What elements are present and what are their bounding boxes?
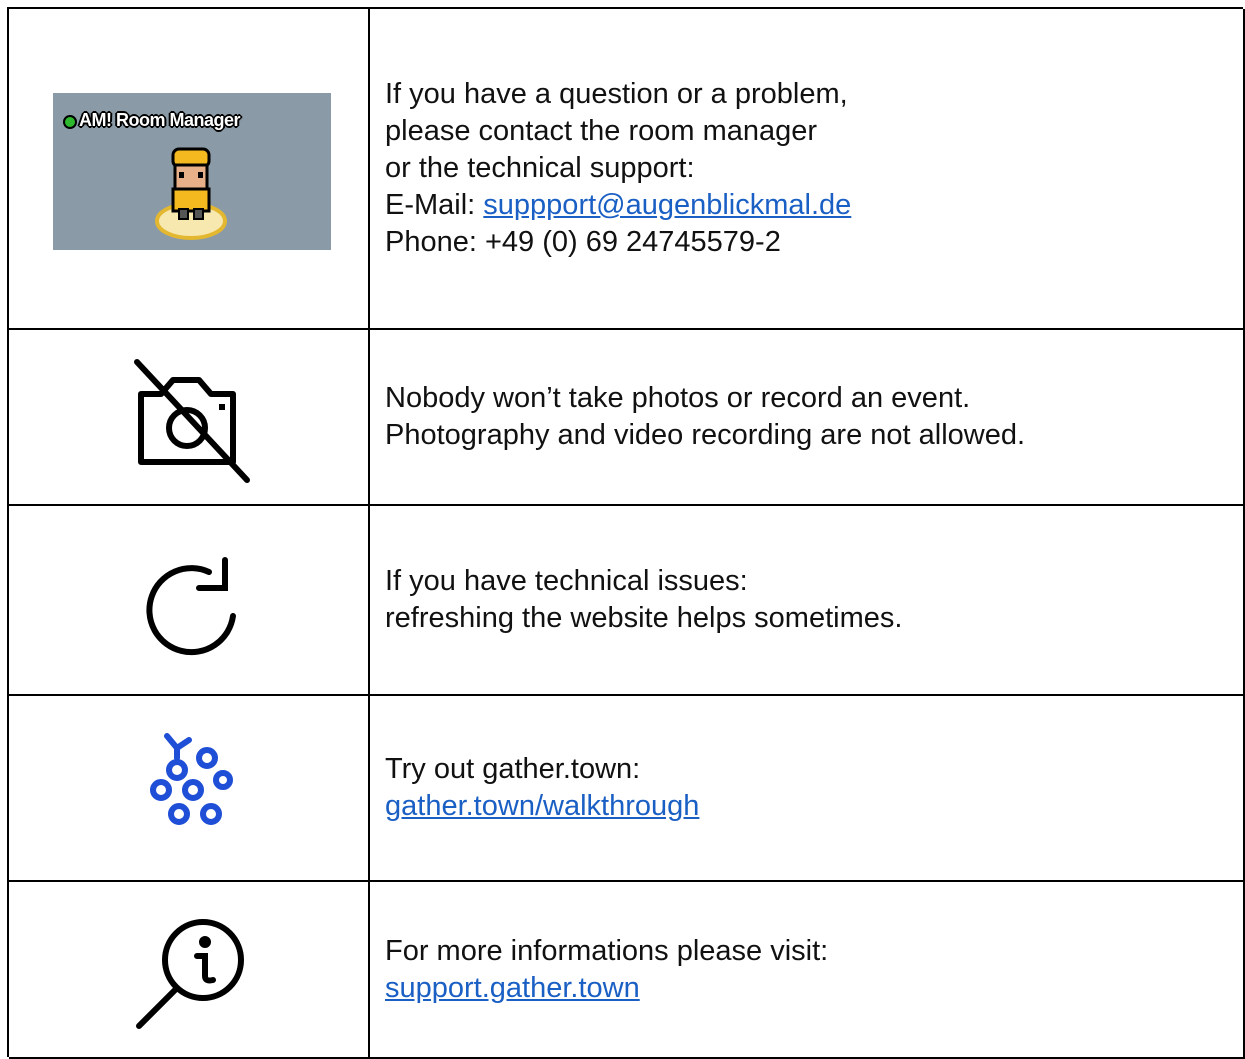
room-manager-avatar: AM! Room Manager [53,93,331,250]
info-search-icon [136,919,244,1029]
email-label: E-Mail: [385,189,484,221]
text-cell: If you have a question or a problem, ple… [372,9,1243,328]
text-cell: For more informations please visit: supp… [372,882,1243,1057]
text-line: refreshing the website helps sometimes. [385,602,903,634]
support-link[interactable]: support.gather.town [385,972,640,1004]
icon-cell [9,330,370,504]
walkthrough-link[interactable]: gather.town/walkthrough [385,790,699,822]
text-cell: Nobody won’t take photos or record an ev… [372,330,1243,504]
text-line: or the technical support: [385,152,695,184]
no-camera-icon [134,359,250,483]
text-line: Nobody won’t take photos or record an ev… [385,382,971,414]
phone-line: Phone: +49 (0) 69 24745579-2 [385,226,781,258]
info-table: AM! Room Manager If you have a question … [7,7,1245,1059]
gather-logo-icon [150,733,233,825]
text-cell: If you have technical issues: refreshing… [372,506,1243,694]
table-row: AM! Room Manager If you have a question … [9,9,1245,330]
icon-cell: AM! Room Manager [9,9,370,328]
text-line: Photography and video recording are not … [385,419,1026,451]
icon-cell [9,882,370,1057]
avatar-sprite-icon [155,147,227,240]
text-line: Try out gather.town: [385,753,641,785]
table-row: Try out gather.town: gather.town/walkthr… [9,696,1245,882]
email-link[interactable]: suppport@augenblickmal.de [483,189,851,221]
table-row: For more informations please visit: supp… [9,882,1245,1059]
text-line: please contact the room manager [385,115,818,147]
email-line: E-Mail: suppport@augenblickmal.de [385,187,1243,224]
refresh-icon [146,557,236,656]
text-cell: Try out gather.town: gather.town/walkthr… [372,696,1243,880]
text-line: If you have a question or a problem, [385,78,848,110]
icon-cell [9,696,370,880]
table-row: If you have technical issues: refreshing… [9,506,1245,696]
text-line: For more informations please visit: [385,934,829,967]
text-line: If you have technical issues: [385,565,748,597]
icon-cell [9,506,370,694]
table-row: Nobody won’t take photos or record an ev… [9,330,1245,506]
